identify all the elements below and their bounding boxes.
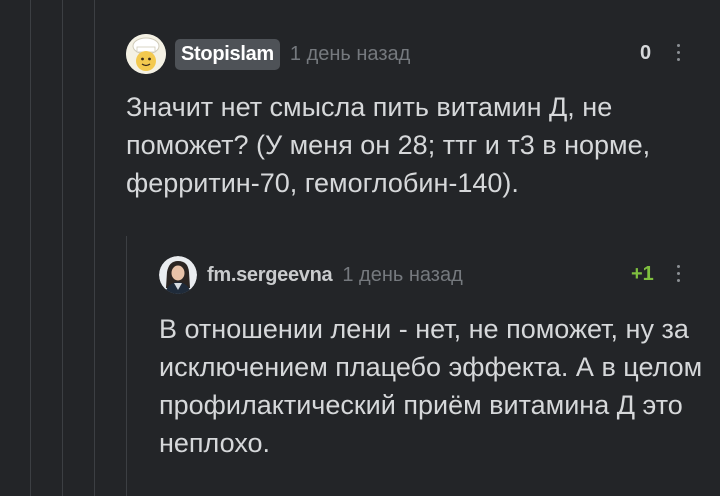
comment-header: fm.sergeevna 1 день назад xyxy=(159,255,463,295)
comment-timestamp[interactable]: 1 день назад xyxy=(342,264,462,287)
cartoon-chef-avatar[interactable] xyxy=(126,34,166,74)
comment-header: Stopislam 1 день назад xyxy=(126,34,410,74)
comment-rating: +1 xyxy=(631,263,654,285)
comment-rating: 0 xyxy=(640,42,652,64)
more-options-icon[interactable] xyxy=(675,44,681,61)
comment-text: В отношении лени - нет, не поможет, ну з… xyxy=(159,314,703,458)
more-options-icon[interactable] xyxy=(675,265,681,282)
username-link[interactable]: Stopislam xyxy=(175,38,280,70)
comment-timestamp[interactable]: 1 день назад xyxy=(290,43,410,66)
reply-comment: fm.sergeevna 1 день назад +1 В отношении… xyxy=(0,236,720,496)
comment-text: Значит нет смысла пить витамин Д, не пом… xyxy=(126,92,651,198)
username-link[interactable]: fm.sergeevna xyxy=(207,264,333,287)
comment: Stopislam 1 день назад 0 Значит нет смыс… xyxy=(0,0,720,230)
user-photo-avatar[interactable] xyxy=(159,256,197,294)
